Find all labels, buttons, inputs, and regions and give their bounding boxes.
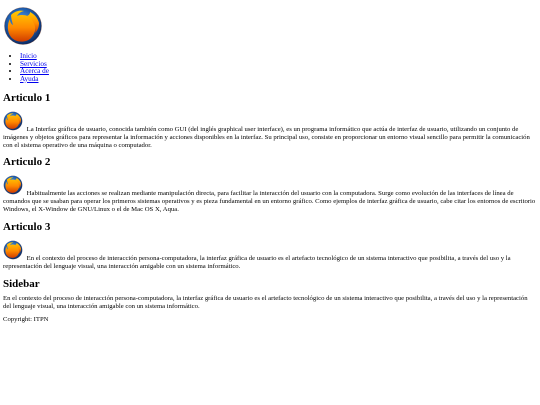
article-2: Articulo 2 Habitualmente las acciones se… — [3, 156, 537, 214]
article-title: Articulo 3 — [3, 221, 51, 234]
article-text: Habitualmente las acciones se realizan m… — [3, 190, 536, 214]
article-body: La Interfaz gráfica de usuario, conocida… — [3, 111, 537, 150]
article-title: Articulo 2 — [3, 156, 51, 169]
nav-link-ayuda[interactable]: Ayuda — [20, 75, 39, 83]
article-3: Articulo 3 En el contexto del proceso de… — [3, 221, 537, 271]
sidebar-text: En el contexto del proceso de interacció… — [3, 295, 528, 311]
copyright-text: Copyright: ITPN — [3, 316, 49, 324]
article-text: En el contexto del proceso de interacció… — [3, 255, 511, 271]
firefox-logo-icon — [3, 111, 23, 131]
article-body: Habitualmente las acciones se realizan m… — [3, 175, 537, 214]
site-footer: Copyright: ITPN — [3, 316, 537, 324]
firefox-logo-icon — [3, 6, 43, 46]
firefox-logo-icon — [3, 175, 23, 195]
site-header: Inicio Servicios Acerca de Ayuda — [3, 6, 537, 83]
nav-item-servicios: Servicios — [20, 60, 537, 69]
firefox-logo-icon — [3, 240, 23, 260]
article-text: La Interfaz gráfica de usuario, conocida… — [3, 126, 530, 150]
main-nav: Inicio Servicios Acerca de Ayuda — [3, 52, 537, 84]
article-1: Articulo 1 La Interfaz gráfica de usuari… — [3, 92, 537, 150]
article-body: En el contexto del proceso de interacció… — [3, 240, 537, 271]
nav-item-acerca-de: Acerca de — [20, 67, 537, 76]
sidebar-title: Sidebar — [3, 278, 40, 291]
sidebar: Sidebar En el contexto del proceso de in… — [3, 278, 537, 311]
nav-item-inicio: Inicio — [20, 52, 537, 61]
page: Inicio Servicios Acerca de Ayuda Articul… — [3, 0, 537, 324]
nav-item-ayuda: Ayuda — [20, 75, 537, 84]
article-title: Articulo 1 — [3, 92, 51, 105]
